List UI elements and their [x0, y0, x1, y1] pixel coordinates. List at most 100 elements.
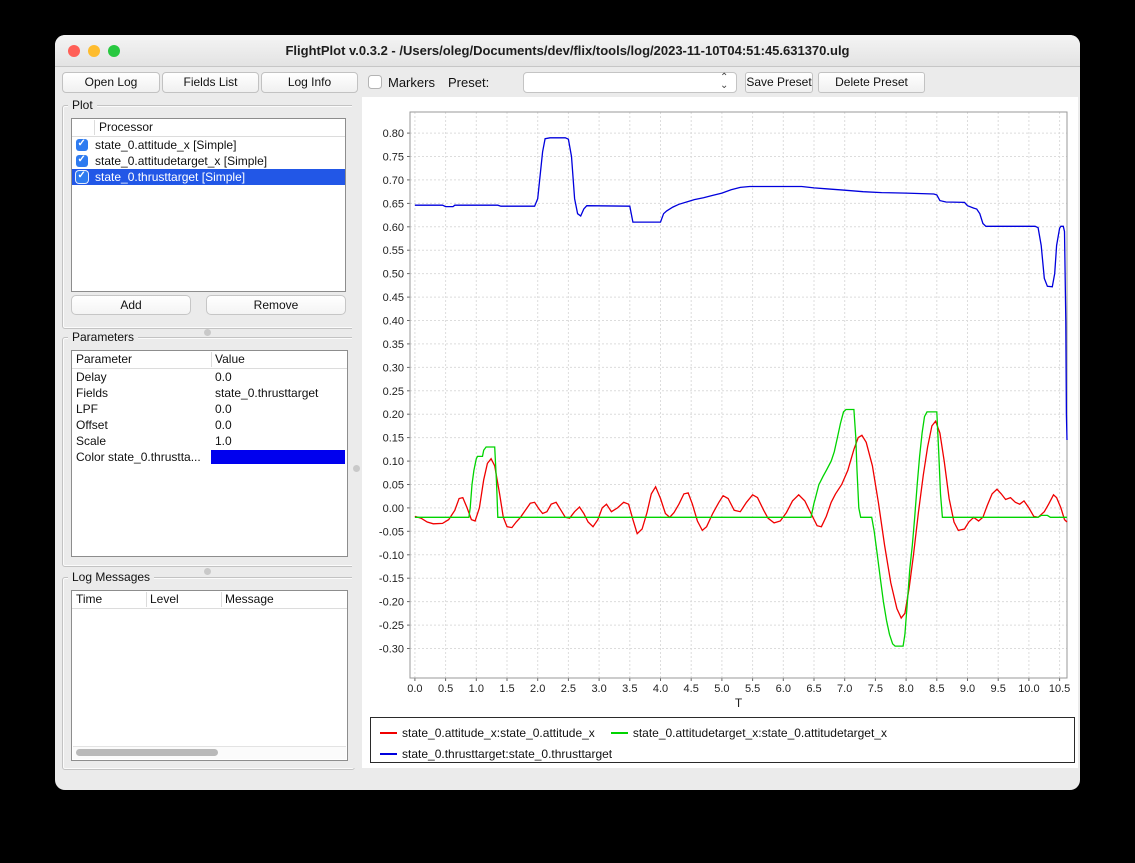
column-header-parameter[interactable]: Parameter — [76, 351, 132, 368]
processor-item-label: state_0.thrusttarget [Simple] — [95, 170, 245, 184]
svg-text:0.55: 0.55 — [383, 245, 404, 257]
window-title: FlightPlot v.0.3.2 - /Users/oleg/Documen… — [55, 35, 1080, 66]
flightplot-window: FlightPlot v.0.3.2 - /Users/oleg/Documen… — [55, 35, 1080, 790]
svg-text:5.5: 5.5 — [745, 683, 760, 695]
svg-text:0.30: 0.30 — [383, 362, 404, 374]
parameters-table[interactable]: Parameter Value Delay0.0Fieldsstate_0.th… — [71, 350, 348, 557]
parameter-name: Delay — [76, 369, 107, 385]
zoom-window-button[interactable] — [108, 45, 120, 57]
svg-text:-0.25: -0.25 — [379, 620, 404, 632]
color-parameter-row[interactable]: Color state_0.thrustta... — [72, 449, 347, 465]
parameters-group: Parameters Parameter Value Delay0.0Field… — [62, 337, 355, 567]
open-log-button[interactable]: Open Log — [62, 72, 160, 93]
preset-input[interactable] — [528, 74, 718, 93]
svg-text:0.35: 0.35 — [383, 339, 404, 351]
column-header-level[interactable]: Level — [150, 591, 179, 608]
svg-text:-0.15: -0.15 — [379, 573, 404, 585]
processor-list[interactable]: Processor state_0.attitude_x [Simple]sta… — [71, 118, 346, 292]
svg-text:10.0: 10.0 — [1018, 683, 1039, 695]
markers-checkbox[interactable] — [368, 75, 382, 89]
legend-item: state_0.attitudetarget_x:state_0.attitud… — [611, 726, 887, 740]
svg-text:-0.05: -0.05 — [379, 526, 404, 538]
checkbox-checked-icon[interactable] — [76, 155, 88, 167]
column-header-message[interactable]: Message — [225, 591, 274, 608]
svg-text:-0.20: -0.20 — [379, 597, 404, 609]
processor-column-header[interactable]: Processor — [72, 119, 345, 137]
legend-label: state_0.attitude_x:state_0.attitude_x — [402, 726, 595, 740]
parameter-row[interactable]: Scale1.0 — [72, 433, 347, 449]
minimize-window-button[interactable] — [88, 45, 100, 57]
parameter-row[interactable]: Delay 0.0 — [72, 369, 347, 385]
svg-text:9.0: 9.0 — [960, 683, 975, 695]
chart-panel: 0.00.51.01.52.02.53.03.54.04.55.05.56.06… — [362, 97, 1078, 768]
parameter-row[interactable]: Offset0.0 — [72, 417, 347, 433]
plot-group: Plot Processor state_0.attitude_x [Simpl… — [62, 105, 355, 329]
column-header-time[interactable]: Time — [76, 591, 102, 608]
delete-preset-button[interactable]: Delete Preset — [818, 72, 925, 93]
splitter-handle[interactable] — [204, 329, 211, 336]
fields-list-button[interactable]: Fields List — [162, 72, 259, 93]
parameter-value[interactable]: 0.0 — [215, 417, 232, 433]
parameters-table-header[interactable]: Parameter Value — [72, 351, 347, 369]
log-info-button[interactable]: Log Info — [261, 72, 358, 93]
processor-list-item[interactable]: state_0.thrusttarget [Simple] — [72, 169, 345, 185]
svg-text:1.0: 1.0 — [469, 683, 484, 695]
legend-line-icon — [380, 732, 397, 734]
parameter-value[interactable]: 0.0 — [215, 401, 232, 417]
parameters-group-title: Parameters — [68, 330, 138, 344]
legend-row-1: state_0.attitude_x:state_0.attitude_x sta… — [371, 721, 1074, 739]
svg-text:0.60: 0.60 — [383, 222, 404, 234]
svg-text:0.05: 0.05 — [383, 480, 404, 492]
title-bar[interactable]: FlightPlot v.0.3.2 - /Users/oleg/Documen… — [55, 35, 1080, 67]
log-table-header[interactable]: Time Level Message — [72, 591, 347, 609]
svg-text:4.0: 4.0 — [653, 683, 668, 695]
add-button[interactable]: Add — [71, 295, 191, 315]
parameter-row[interactable]: LPF 0.0 — [72, 401, 347, 417]
svg-text:3.0: 3.0 — [591, 683, 606, 695]
svg-text:T: T — [735, 696, 743, 710]
scrollbar-thumb[interactable] — [76, 749, 218, 756]
svg-text:0.65: 0.65 — [383, 198, 404, 210]
splitter-handle[interactable] — [204, 568, 211, 575]
parameter-value[interactable]: state_0.thrusttarget — [215, 385, 318, 401]
remove-button[interactable]: Remove — [206, 295, 346, 315]
splitter-handle[interactable] — [353, 465, 360, 472]
vertical-splitter[interactable] — [352, 97, 362, 768]
processor-list-item[interactable]: state_0.attitudetarget_x [Simple] — [72, 153, 345, 169]
horizontal-scrollbar[interactable] — [73, 746, 346, 759]
processor-list-item[interactable]: state_0.attitude_x [Simple] — [72, 137, 345, 153]
color-parameter-label: Color state_0.thrustta... — [76, 449, 201, 465]
svg-text:7.5: 7.5 — [868, 683, 883, 695]
svg-text:0.40: 0.40 — [383, 316, 404, 328]
log-messages-group-title: Log Messages — [68, 570, 154, 584]
checkbox-checked-icon[interactable] — [76, 171, 88, 183]
svg-text:2.5: 2.5 — [561, 683, 576, 695]
parameter-value[interactable]: 1.0 — [215, 433, 232, 449]
svg-text:9.5: 9.5 — [991, 683, 1006, 695]
svg-text:0.25: 0.25 — [383, 386, 404, 398]
close-window-button[interactable] — [68, 45, 80, 57]
column-header-value[interactable]: Value — [215, 351, 245, 368]
preset-label: Preset: — [448, 72, 489, 93]
combo-stepper-icon[interactable]: ⌃⌄ — [719, 73, 733, 92]
svg-text:0.10: 0.10 — [383, 456, 404, 468]
screen: { "window": { "title": "FlightPlot v.0.3… — [0, 0, 1135, 863]
parameter-name: LPF — [76, 401, 98, 417]
preset-combobox[interactable]: ⌃⌄ — [523, 72, 737, 93]
svg-text:0.0: 0.0 — [407, 683, 422, 695]
parameter-value[interactable]: 0.0 — [215, 369, 232, 385]
svg-text:8.5: 8.5 — [929, 683, 944, 695]
checkbox-checked-icon[interactable] — [76, 139, 88, 151]
svg-text:0.75: 0.75 — [383, 152, 404, 164]
legend-label: state_0.attitudetarget_x:state_0.attitud… — [633, 726, 887, 740]
svg-text:3.5: 3.5 — [622, 683, 637, 695]
processor-list-rows: state_0.attitude_x [Simple]state_0.attit… — [72, 137, 345, 185]
svg-text:0.80: 0.80 — [383, 128, 404, 140]
markers-label: Markers — [388, 72, 435, 93]
color-swatch[interactable] — [211, 450, 345, 464]
svg-text:0.20: 0.20 — [383, 409, 404, 421]
flight-chart[interactable]: 0.00.51.01.52.02.53.03.54.04.55.05.56.06… — [362, 97, 1078, 713]
parameter-row[interactable]: Fieldsstate_0.thrusttarget — [72, 385, 347, 401]
save-preset-button[interactable]: Save Preset — [745, 72, 813, 93]
log-messages-table[interactable]: Time Level Message — [71, 590, 348, 761]
